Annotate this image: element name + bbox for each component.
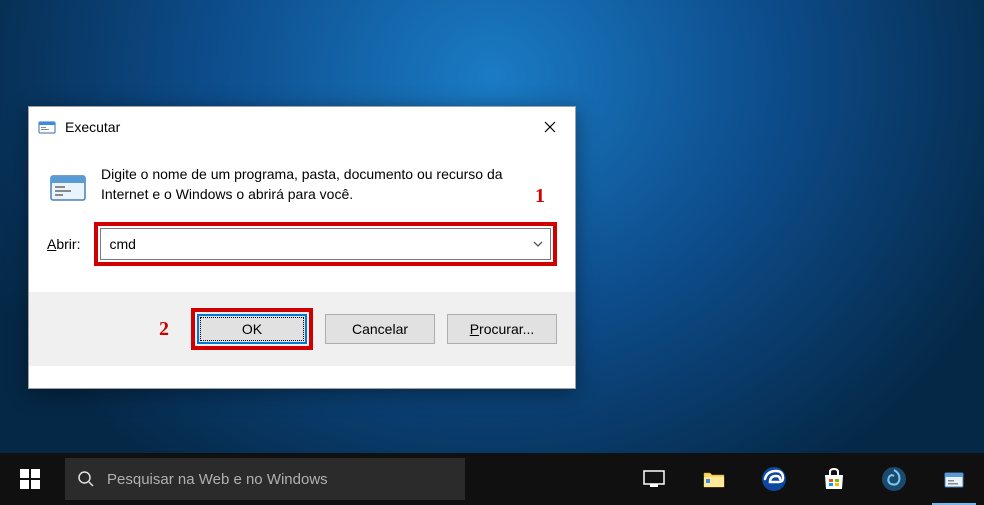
edge-button[interactable] (744, 453, 804, 505)
cancel-button[interactable]: Cancelar (325, 314, 435, 344)
browse-button[interactable]: Procurar... (447, 314, 557, 344)
close-button[interactable] (525, 108, 575, 146)
search-icon (77, 470, 95, 488)
run-icon (37, 117, 57, 137)
dialog-description: Digite o nome de um programa, pasta, doc… (101, 165, 555, 206)
open-row: Abrir: (29, 214, 575, 274)
app-icon-1[interactable] (864, 453, 924, 505)
open-label: Abrir: (47, 236, 80, 252)
annotation-step-1: 1 (535, 185, 545, 208)
ok-button[interactable]: OK (197, 314, 307, 344)
dialog-content: Digite o nome de um programa, pasta, doc… (29, 147, 575, 214)
run-program-icon (49, 168, 87, 206)
search-box[interactable]: Pesquisar na Web e no Windows (65, 458, 465, 500)
task-view-button[interactable] (624, 453, 684, 505)
annotation-highlight-2: OK (191, 308, 313, 350)
annotation-highlight-1 (94, 222, 557, 266)
open-combobox[interactable] (100, 228, 551, 260)
run-dialog-taskbar-button[interactable] (924, 453, 984, 505)
windows-icon (20, 469, 40, 489)
chevron-down-icon[interactable] (526, 241, 550, 247)
search-placeholder: Pesquisar na Web e no Windows (107, 471, 328, 488)
start-button[interactable] (0, 453, 60, 505)
edge-icon (761, 466, 787, 492)
task-view-icon (643, 470, 665, 488)
open-input[interactable] (101, 236, 526, 252)
taskbar: Pesquisar na Web e no Windows (0, 453, 984, 505)
swirl-icon (881, 466, 907, 492)
store-icon (822, 467, 846, 491)
annotation-step-2: 2 (159, 318, 169, 341)
run-window-icon (943, 468, 965, 490)
run-dialog: Executar Digite o nome de um programa, p… (28, 106, 576, 389)
button-panel: 2 OK Cancelar Procurar... (29, 292, 575, 366)
file-explorer-button[interactable] (684, 453, 744, 505)
dialog-title: Executar (65, 119, 525, 135)
taskbar-icons (624, 453, 984, 505)
store-button[interactable] (804, 453, 864, 505)
titlebar: Executar (29, 107, 575, 147)
folder-icon (702, 469, 726, 489)
